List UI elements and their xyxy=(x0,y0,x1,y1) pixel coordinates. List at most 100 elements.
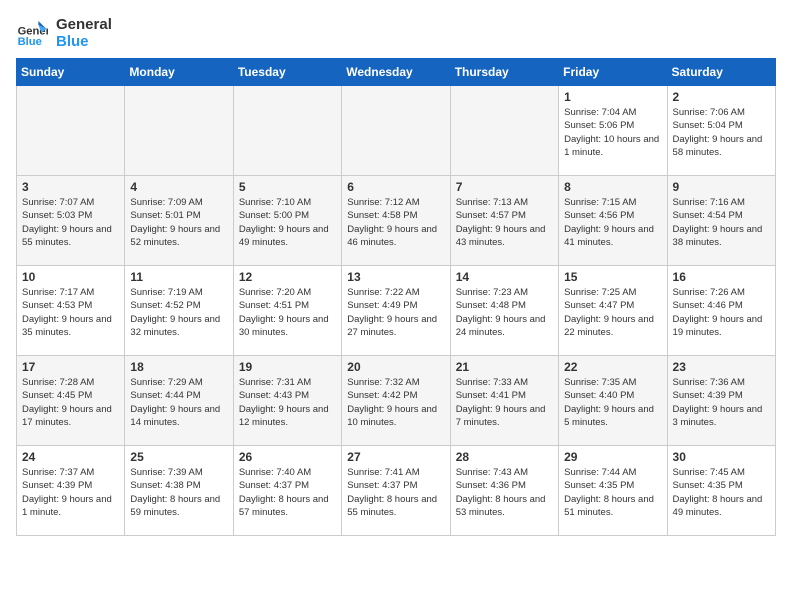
logo: General Blue General Blue xyxy=(16,16,112,50)
calendar-day-cell: 5 Sunrise: 7:10 AM Sunset: 5:00 PM Daylig… xyxy=(233,176,341,266)
day-info: Sunrise: 7:12 AM Sunset: 4:58 PM Dayligh… xyxy=(347,196,444,249)
calendar-week-row: 24 Sunrise: 7:37 AM Sunset: 4:39 PM Dayli… xyxy=(17,446,776,536)
svg-text:Blue: Blue xyxy=(18,36,42,48)
calendar-day-cell: 15Sunrise: 7:25 AM Sunset: 4:47 PM Dayli… xyxy=(559,266,667,356)
logo-name-general: General xyxy=(56,16,112,33)
day-number: 23 xyxy=(673,360,770,374)
day-number: 2 xyxy=(673,90,770,104)
calendar-day-cell: 13Sunrise: 7:22 AM Sunset: 4:49 PM Dayli… xyxy=(342,266,450,356)
day-info: Sunrise: 7:19 AM Sunset: 4:52 PM Dayligh… xyxy=(130,286,227,339)
logo-name-blue: Blue xyxy=(56,33,112,50)
weekday-header-cell: Monday xyxy=(125,59,233,86)
day-number: 1 xyxy=(564,90,661,104)
day-number: 12 xyxy=(239,270,336,284)
calendar-day-cell xyxy=(233,86,341,176)
day-info: Sunrise: 7:43 AM Sunset: 4:36 PM Dayligh… xyxy=(456,466,553,519)
weekday-header-row: SundayMondayTuesdayWednesdayThursdayFrid… xyxy=(17,59,776,86)
day-info: Sunrise: 7:33 AM Sunset: 4:41 PM Dayligh… xyxy=(456,376,553,429)
day-info: Sunrise: 7:32 AM Sunset: 4:42 PM Dayligh… xyxy=(347,376,444,429)
day-info: Sunrise: 7:07 AM Sunset: 5:03 PM Dayligh… xyxy=(22,196,119,249)
day-number: 6 xyxy=(347,180,444,194)
day-info: Sunrise: 7:26 AM Sunset: 4:46 PM Dayligh… xyxy=(673,286,770,339)
calendar-day-cell: 25 Sunrise: 7:39 AM Sunset: 4:38 PM Dayli… xyxy=(125,446,233,536)
day-number: 9 xyxy=(673,180,770,194)
day-info: Sunrise: 7:16 AM Sunset: 4:54 PM Dayligh… xyxy=(673,196,770,249)
calendar-body: 1Sunrise: 7:04 AM Sunset: 5:06 PM Daylig… xyxy=(17,86,776,536)
calendar-day-cell: 29 Sunrise: 7:44 AM Sunset: 4:35 PM Dayli… xyxy=(559,446,667,536)
calendar-day-cell: 2 Sunrise: 7:06 AM Sunset: 5:04 PM Daylig… xyxy=(667,86,775,176)
day-info: Sunrise: 7:31 AM Sunset: 4:43 PM Dayligh… xyxy=(239,376,336,429)
logo-icon: General Blue xyxy=(16,17,48,49)
day-info: Sunrise: 7:22 AM Sunset: 4:49 PM Dayligh… xyxy=(347,286,444,339)
calendar-day-cell: 6 Sunrise: 7:12 AM Sunset: 4:58 PM Daylig… xyxy=(342,176,450,266)
day-number: 22 xyxy=(564,360,661,374)
day-number: 10 xyxy=(22,270,119,284)
day-info: Sunrise: 7:13 AM Sunset: 4:57 PM Dayligh… xyxy=(456,196,553,249)
day-info: Sunrise: 7:28 AM Sunset: 4:45 PM Dayligh… xyxy=(22,376,119,429)
calendar-day-cell: 18 Sunrise: 7:29 AM Sunset: 4:44 PM Dayli… xyxy=(125,356,233,446)
day-info: Sunrise: 7:23 AM Sunset: 4:48 PM Dayligh… xyxy=(456,286,553,339)
day-info: Sunrise: 7:09 AM Sunset: 5:01 PM Dayligh… xyxy=(130,196,227,249)
day-info: Sunrise: 7:41 AM Sunset: 4:37 PM Dayligh… xyxy=(347,466,444,519)
day-info: Sunrise: 7:37 AM Sunset: 4:39 PM Dayligh… xyxy=(22,466,119,519)
calendar-day-cell: 22Sunrise: 7:35 AM Sunset: 4:40 PM Dayli… xyxy=(559,356,667,446)
day-info: Sunrise: 7:06 AM Sunset: 5:04 PM Dayligh… xyxy=(673,106,770,159)
weekday-header-cell: Thursday xyxy=(450,59,558,86)
calendar-day-cell: 28 Sunrise: 7:43 AM Sunset: 4:36 PM Dayli… xyxy=(450,446,558,536)
calendar-week-row: 1Sunrise: 7:04 AM Sunset: 5:06 PM Daylig… xyxy=(17,86,776,176)
calendar-day-cell: 24 Sunrise: 7:37 AM Sunset: 4:39 PM Dayli… xyxy=(17,446,125,536)
day-number: 21 xyxy=(456,360,553,374)
day-info: Sunrise: 7:40 AM Sunset: 4:37 PM Dayligh… xyxy=(239,466,336,519)
day-number: 27 xyxy=(347,450,444,464)
day-number: 19 xyxy=(239,360,336,374)
calendar-day-cell: 9 Sunrise: 7:16 AM Sunset: 4:54 PM Daylig… xyxy=(667,176,775,266)
calendar-day-cell: 8 Sunrise: 7:15 AM Sunset: 4:56 PM Daylig… xyxy=(559,176,667,266)
day-number: 28 xyxy=(456,450,553,464)
day-number: 14 xyxy=(456,270,553,284)
calendar-week-row: 10Sunrise: 7:17 AM Sunset: 4:53 PM Dayli… xyxy=(17,266,776,356)
day-number: 18 xyxy=(130,360,227,374)
day-info: Sunrise: 7:39 AM Sunset: 4:38 PM Dayligh… xyxy=(130,466,227,519)
calendar-day-cell: 10Sunrise: 7:17 AM Sunset: 4:53 PM Dayli… xyxy=(17,266,125,356)
calendar-week-row: 3 Sunrise: 7:07 AM Sunset: 5:03 PM Daylig… xyxy=(17,176,776,266)
day-number: 24 xyxy=(22,450,119,464)
day-number: 8 xyxy=(564,180,661,194)
calendar-day-cell: 19 Sunrise: 7:31 AM Sunset: 4:43 PM Dayli… xyxy=(233,356,341,446)
calendar-day-cell: 27 Sunrise: 7:41 AM Sunset: 4:37 PM Dayli… xyxy=(342,446,450,536)
day-number: 26 xyxy=(239,450,336,464)
calendar-day-cell: 11Sunrise: 7:19 AM Sunset: 4:52 PM Dayli… xyxy=(125,266,233,356)
calendar-day-cell: 20Sunrise: 7:32 AM Sunset: 4:42 PM Dayli… xyxy=(342,356,450,446)
calendar-day-cell: 1Sunrise: 7:04 AM Sunset: 5:06 PM Daylig… xyxy=(559,86,667,176)
day-info: Sunrise: 7:36 AM Sunset: 4:39 PM Dayligh… xyxy=(673,376,770,429)
calendar-day-cell: 23 Sunrise: 7:36 AM Sunset: 4:39 PM Dayli… xyxy=(667,356,775,446)
weekday-header-cell: Sunday xyxy=(17,59,125,86)
calendar-day-cell: 26 Sunrise: 7:40 AM Sunset: 4:37 PM Dayli… xyxy=(233,446,341,536)
day-number: 5 xyxy=(239,180,336,194)
day-number: 3 xyxy=(22,180,119,194)
page-header: General Blue General Blue xyxy=(16,16,776,50)
calendar-table: SundayMondayTuesdayWednesdayThursdayFrid… xyxy=(16,58,776,536)
calendar-day-cell: 30Sunrise: 7:45 AM Sunset: 4:35 PM Dayli… xyxy=(667,446,775,536)
day-info: Sunrise: 7:25 AM Sunset: 4:47 PM Dayligh… xyxy=(564,286,661,339)
calendar-day-cell xyxy=(450,86,558,176)
day-info: Sunrise: 7:29 AM Sunset: 4:44 PM Dayligh… xyxy=(130,376,227,429)
calendar-day-cell: 4 Sunrise: 7:09 AM Sunset: 5:01 PM Daylig… xyxy=(125,176,233,266)
day-info: Sunrise: 7:10 AM Sunset: 5:00 PM Dayligh… xyxy=(239,196,336,249)
day-number: 16 xyxy=(673,270,770,284)
calendar-day-cell: 12 Sunrise: 7:20 AM Sunset: 4:51 PM Dayli… xyxy=(233,266,341,356)
day-info: Sunrise: 7:44 AM Sunset: 4:35 PM Dayligh… xyxy=(564,466,661,519)
day-info: Sunrise: 7:20 AM Sunset: 4:51 PM Dayligh… xyxy=(239,286,336,339)
day-info: Sunrise: 7:15 AM Sunset: 4:56 PM Dayligh… xyxy=(564,196,661,249)
day-number: 29 xyxy=(564,450,661,464)
weekday-header-cell: Saturday xyxy=(667,59,775,86)
weekday-header-cell: Wednesday xyxy=(342,59,450,86)
day-number: 25 xyxy=(130,450,227,464)
day-number: 4 xyxy=(130,180,227,194)
weekday-header-cell: Tuesday xyxy=(233,59,341,86)
day-number: 7 xyxy=(456,180,553,194)
calendar-day-cell: 3 Sunrise: 7:07 AM Sunset: 5:03 PM Daylig… xyxy=(17,176,125,266)
day-number: 30 xyxy=(673,450,770,464)
calendar-day-cell: 16 Sunrise: 7:26 AM Sunset: 4:46 PM Dayli… xyxy=(667,266,775,356)
weekday-header-cell: Friday xyxy=(559,59,667,86)
calendar-day-cell xyxy=(342,86,450,176)
